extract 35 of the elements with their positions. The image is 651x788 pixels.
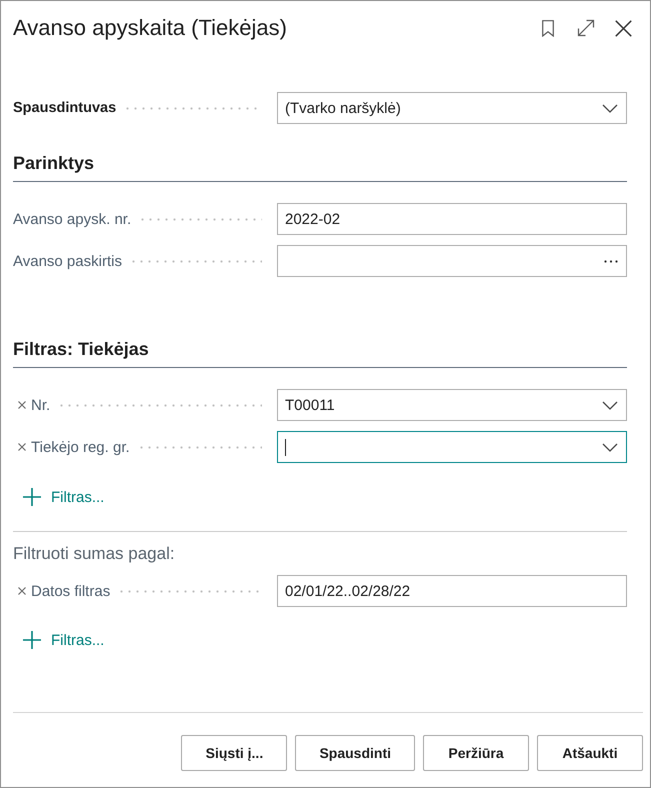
field-label: Datos filtras xyxy=(31,582,110,600)
chevron-down-icon[interactable] xyxy=(602,442,618,452)
expand-icon[interactable] xyxy=(577,19,595,37)
add-filter-link[interactable]: Filtras... xyxy=(23,477,104,517)
lookup-field[interactable] xyxy=(277,245,627,277)
section-heading: Parinktys xyxy=(13,152,94,175)
input-field[interactable]: 2022-02 xyxy=(277,203,627,235)
cross-icon[interactable] xyxy=(18,401,26,409)
bookmark-icon[interactable] xyxy=(542,20,554,36)
chevron-down-icon[interactable] xyxy=(602,104,618,112)
dropdown-field[interactable]: T00011 xyxy=(277,389,627,421)
field-label: Tiekėjo reg. gr. xyxy=(31,438,130,456)
plus-icon[interactable] xyxy=(23,631,41,649)
dialog-button[interactable]: Atšaukti xyxy=(537,735,643,771)
dialog-button[interactable]: Siųsti į... xyxy=(181,735,288,771)
dialog-title: Avanso apyskaita (Tiekėjas) xyxy=(13,15,288,41)
section-heading: Filtruoti sumas pagal: xyxy=(13,543,175,565)
plus-icon[interactable] xyxy=(23,488,41,506)
input-field[interactable]: 02/01/22..02/28/22 xyxy=(277,575,627,607)
cross-icon[interactable] xyxy=(18,587,26,595)
dialog-button[interactable]: Peržiūra xyxy=(423,735,529,771)
field-label: Spausdintuvas xyxy=(13,100,116,116)
section-heading: Filtras: Tiekėjas xyxy=(13,338,149,361)
field-label: Nr. xyxy=(31,396,50,414)
dropdown-field[interactable] xyxy=(277,431,627,463)
dropdown-field[interactable]: (Tvarko naršyklė) xyxy=(277,92,627,124)
add-filter-link[interactable]: Filtras... xyxy=(23,620,104,660)
field-label: Avanso apysk. nr. xyxy=(13,210,132,228)
field-label: Avanso paskirtis xyxy=(13,252,122,270)
ellipsis-icon[interactable] xyxy=(604,260,618,262)
dialog-button[interactable]: Spausdinti xyxy=(295,735,415,771)
text-cursor-icon xyxy=(285,438,286,456)
chevron-down-icon[interactable] xyxy=(602,400,618,410)
cross-icon[interactable] xyxy=(18,443,26,451)
close-icon[interactable] xyxy=(615,20,632,36)
